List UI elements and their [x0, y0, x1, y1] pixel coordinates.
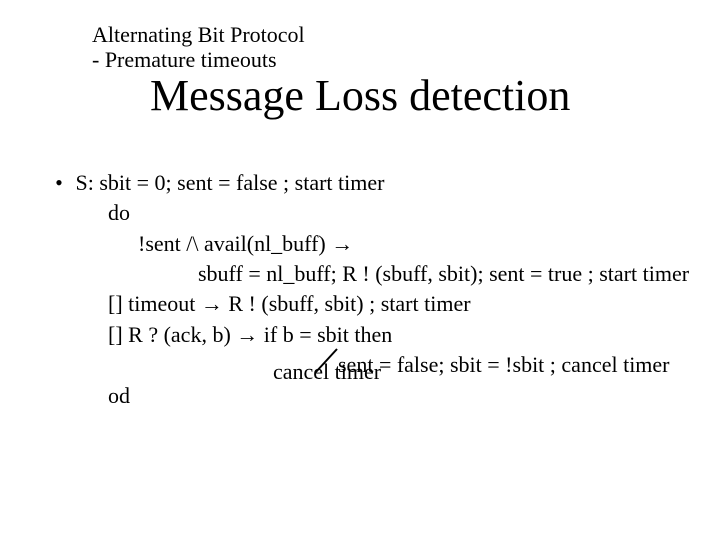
slide-title: Message Loss detection [150, 72, 570, 120]
annotation-start-timer: ; start timer [582, 261, 689, 286]
code-text: [] timeout → R ! (sbuff, sbit) [108, 291, 364, 316]
line-guard-sent: !sent /\ avail(nl_buff) → [138, 229, 689, 259]
code-text: sbuff = nl_buff; R ! (sbuff, sbit); sent… [198, 261, 582, 286]
annotation-start-timer: ; start timer [278, 170, 385, 195]
line-od: od [108, 381, 689, 411]
bullet-icon: • [48, 168, 70, 198]
annotation-cancel-timer: ; cancel timer [544, 352, 669, 377]
header-line-2: - Premature timeouts [92, 47, 305, 72]
code-text: S: sbit = 0; sent = false [76, 170, 278, 195]
line-sent-false: sent = false; sbit = !sbit ; cancel time… [338, 350, 689, 380]
slide: Alternating Bit Protocol - Premature tim… [0, 0, 720, 540]
line-sbuff-assign: sbuff = nl_buff; R ! (sbuff, sbit); sent… [198, 259, 689, 289]
annotation-start-timer: ; start timer [364, 291, 471, 316]
line-s-init: • S: sbit = 0; sent = false ; start time… [48, 168, 689, 198]
code-text: [] R ? (ack, b) → if b = sbit then [108, 322, 392, 347]
code-text: od [108, 383, 130, 408]
line-timeout: [] timeout → R ! (sbuff, sbit) ; start t… [108, 289, 689, 319]
line-do: do [108, 198, 689, 228]
slide-body: • S: sbit = 0; sent = false ; start time… [48, 168, 689, 411]
header-line-1: Alternating Bit Protocol [92, 22, 305, 47]
slide-header: Alternating Bit Protocol - Premature tim… [92, 22, 305, 73]
code-text: !sent /\ avail(nl_buff) → [138, 231, 353, 256]
line-ack: [] R ? (ack, b) → if b = sbit then [108, 320, 689, 350]
code-text: do [108, 200, 130, 225]
annotation-cancel-timer-lower: cancel timer [273, 357, 381, 387]
